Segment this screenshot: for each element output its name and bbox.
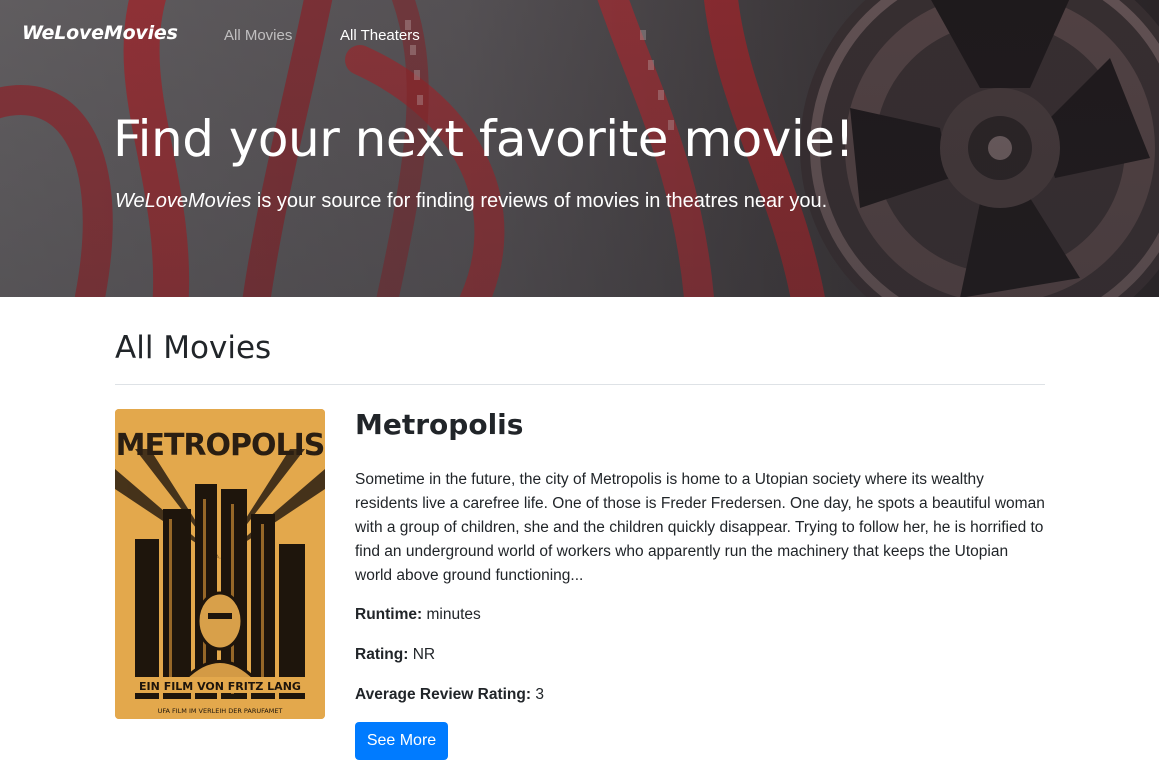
nav-all-theaters[interactable]: All Theaters: [340, 27, 420, 44]
section-divider: [115, 384, 1045, 385]
movie-description: Sometime in the future, the city of Metr…: [355, 471, 1045, 584]
rating-value: NR: [412, 646, 436, 663]
runtime-label: Runtime:: [355, 606, 423, 623]
hero-title: Find your next favorite movie!: [113, 110, 855, 168]
poster-title-text: METROPOLIS: [116, 428, 325, 463]
runtime-value: minutes: [422, 606, 481, 623]
hero-lead-text: is your source for finding reviews of mo…: [251, 190, 828, 212]
movie-poster[interactable]: METROPOLIS EIN FILM VON FRITZ LANG UFA F…: [115, 409, 325, 719]
hero-lead-brand: WeLoveMovies: [115, 190, 252, 212]
average-rating-label: Average Review Rating:: [355, 686, 532, 703]
hero-banner: WeLoveMovies All Movies All Theaters Fin…: [0, 0, 1159, 297]
movie-average-rating: Average Review Rating: 3: [355, 686, 544, 704]
movie-title[interactable]: Metropolis: [355, 408, 523, 441]
section-title: All Movies: [115, 330, 272, 366]
navbar: WeLoveMovies All Movies All Theaters: [0, 0, 1159, 72]
movie-rating: Rating: NR: [355, 646, 435, 664]
average-rating-value: 3: [535, 686, 544, 703]
rating-label: Rating:: [355, 646, 409, 663]
see-more-button[interactable]: See More: [355, 722, 448, 760]
poster-footer-text: UFA FILM IM VERLEIH DER PARUFAMET: [158, 707, 283, 715]
movie-runtime: Runtime: minutes: [355, 606, 481, 624]
hero-lead: WeLoveMovies is your source for finding …: [115, 190, 827, 213]
poster-credits-text: EIN FILM VON FRITZ LANG: [139, 680, 301, 693]
nav-all-movies[interactable]: All Movies: [224, 27, 292, 44]
metropolis-poster-image: METROPOLIS EIN FILM VON FRITZ LANG UFA F…: [115, 409, 325, 719]
brand-logo[interactable]: WeLoveMovies: [22, 22, 178, 44]
